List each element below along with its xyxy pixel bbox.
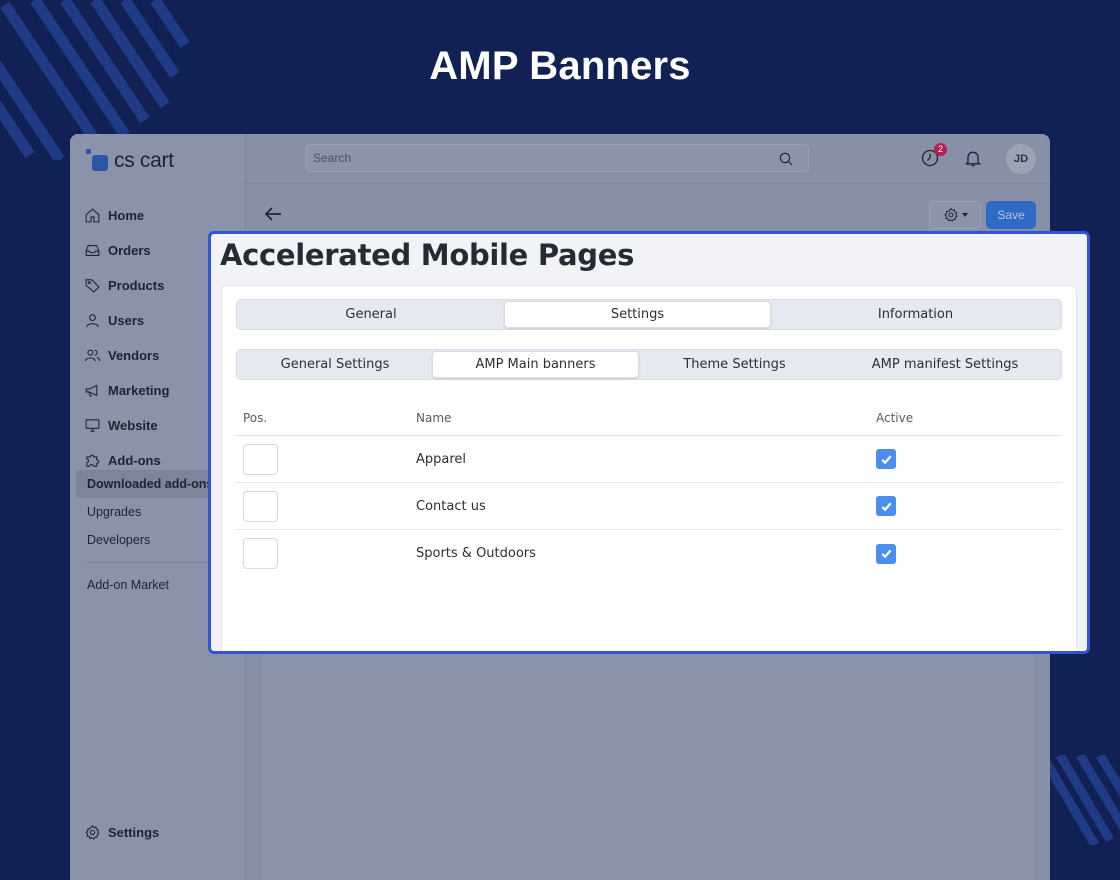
checkmark-icon bbox=[881, 502, 892, 511]
megaphone-icon bbox=[85, 384, 98, 397]
page-title: Accelerated Mobile Pages bbox=[220, 238, 635, 272]
sidebar-item-label: Orders bbox=[108, 243, 151, 258]
checkmark-icon bbox=[881, 455, 892, 464]
sidebar-item-label: Home bbox=[108, 208, 145, 223]
table-header: Pos. Name Active bbox=[236, 401, 1062, 436]
settings-card: General Settings Information General Set… bbox=[221, 285, 1077, 651]
settings-dropdown-button[interactable] bbox=[929, 201, 981, 229]
checkmark-icon bbox=[881, 549, 892, 559]
sidebar-item-label: Website bbox=[108, 418, 158, 433]
table-row: Contact us bbox=[236, 483, 1062, 530]
notification-badge: 2 bbox=[934, 143, 947, 156]
top-bar: 2 JD bbox=[246, 134, 1050, 184]
sidebar-item-label: Vendors bbox=[108, 348, 160, 363]
decorative-stripes-bottom-right bbox=[1045, 755, 1120, 845]
search-box bbox=[306, 144, 809, 172]
sidebar-item-label: Settings bbox=[108, 825, 160, 840]
sidebar-item-settings[interactable]: Settings bbox=[84, 815, 159, 850]
table-row: Apparel bbox=[236, 436, 1062, 483]
inbox-icon bbox=[85, 245, 100, 256]
chevron-down-icon bbox=[961, 213, 968, 217]
subtab-amp-main-banners[interactable]: AMP Main banners bbox=[432, 351, 639, 378]
puzzle-icon bbox=[86, 454, 100, 467]
user-avatar[interactable]: JD bbox=[1006, 144, 1036, 174]
column-header-name[interactable]: Name bbox=[416, 411, 876, 425]
amp-settings-panel: Accelerated Mobile Pages General Setting… bbox=[208, 231, 1090, 654]
banners-table: Pos. Name Active Apparel Contact us Spor… bbox=[236, 401, 1062, 577]
back-button[interactable] bbox=[264, 206, 282, 222]
subtab-theme-settings[interactable]: Theme Settings bbox=[639, 351, 830, 378]
gear-icon bbox=[943, 207, 958, 222]
logo-text: cs cart bbox=[114, 149, 174, 172]
column-header-pos[interactable]: Pos. bbox=[236, 411, 416, 425]
active-checkbox[interactable] bbox=[876, 496, 896, 516]
subtab-amp-manifest-settings[interactable]: AMP manifest Settings bbox=[830, 351, 1060, 378]
sidebar-item-label: Users bbox=[108, 313, 145, 328]
banner-name: Sports & Outdoors bbox=[416, 546, 536, 561]
tab-general[interactable]: General bbox=[238, 301, 504, 328]
settings-subtabs: General Settings AMP Main banners Theme … bbox=[236, 349, 1062, 380]
home-icon bbox=[85, 208, 100, 223]
banner-name: Apparel bbox=[416, 451, 467, 467]
tag-icon bbox=[85, 279, 100, 293]
user-icon bbox=[86, 314, 99, 328]
search-input[interactable] bbox=[307, 145, 808, 171]
position-input[interactable] bbox=[243, 490, 278, 522]
monitor-icon bbox=[85, 419, 100, 432]
position-input[interactable] bbox=[243, 538, 278, 569]
subtab-general-settings[interactable]: General Settings bbox=[238, 351, 432, 378]
activity-button[interactable]: 2 bbox=[920, 143, 947, 168]
search-icon[interactable] bbox=[778, 151, 794, 167]
table-row: Sports & Outdoors bbox=[236, 530, 1062, 577]
position-input[interactable] bbox=[243, 443, 278, 475]
sidebar-item-label: Products bbox=[108, 278, 165, 293]
users-icon bbox=[84, 349, 101, 362]
logo-mark-icon bbox=[86, 148, 108, 171]
sidebar-item-home[interactable]: Home bbox=[84, 198, 244, 233]
logo[interactable]: cs cart bbox=[86, 146, 174, 173]
hero-title: AMP Banners bbox=[429, 44, 691, 88]
notifications-button[interactable] bbox=[963, 148, 983, 168]
active-checkbox[interactable] bbox=[876, 449, 896, 469]
column-header-active[interactable]: Active bbox=[876, 411, 1062, 425]
active-checkbox[interactable] bbox=[876, 543, 896, 564]
sidebar-item-label: Marketing bbox=[108, 383, 170, 398]
sidebar-item-label: Add-ons bbox=[108, 453, 161, 468]
tab-settings[interactable]: Settings bbox=[504, 301, 771, 328]
save-button[interactable]: Save bbox=[986, 201, 1036, 229]
arrow-left-icon bbox=[264, 207, 281, 221]
gear-icon bbox=[85, 824, 100, 840]
bell-icon bbox=[964, 151, 982, 167]
content-panel bbox=[260, 654, 1036, 880]
main-tabs: General Settings Information bbox=[236, 299, 1062, 330]
banner-name: Contact us bbox=[416, 498, 486, 514]
tab-information[interactable]: Information bbox=[771, 301, 1060, 328]
